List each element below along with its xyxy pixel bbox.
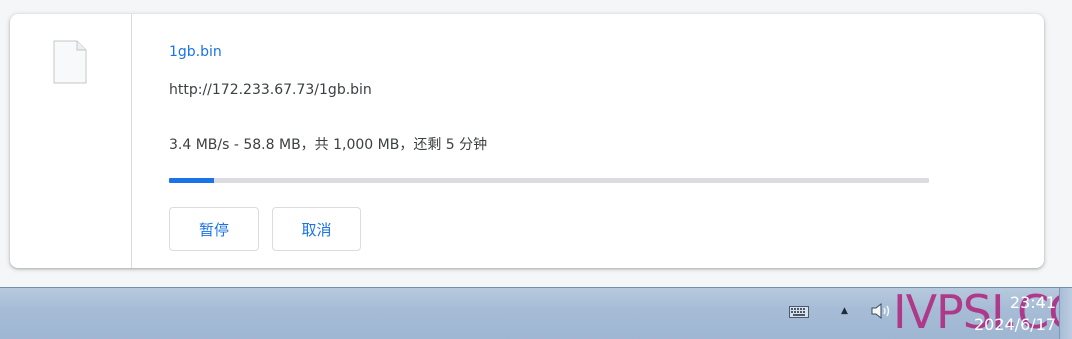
- download-status: 3.4 MB/s - 58.8 MB，共 1,000 MB，还剩 5 分钟: [169, 137, 488, 153]
- clock-date: 2024/6/17: [973, 315, 1056, 334]
- download-progress-fill: [169, 178, 214, 183]
- file-url: http://172.233.67.73/1gb.bin: [169, 82, 372, 98]
- cancel-button[interactable]: 取消: [272, 207, 361, 251]
- chevron-up-icon[interactable]: ▲: [841, 306, 848, 316]
- download-progress-bar: [169, 178, 929, 183]
- pause-button[interactable]: 暂停: [169, 207, 259, 251]
- file-icon: [53, 40, 87, 84]
- show-desktop-button[interactable]: [1059, 288, 1072, 339]
- speaker-icon[interactable]: [870, 302, 892, 320]
- screen: 1gb.bin http://172.233.67.73/1gb.bin 3.4…: [0, 0, 1072, 339]
- file-icon-column: [10, 14, 132, 268]
- taskbar: ▲ IVPSI.COM 23:41 2024/6/17: [0, 287, 1072, 339]
- keyboard-icon[interactable]: [789, 306, 809, 318]
- clock-time: 23:41: [1009, 293, 1056, 312]
- file-name-link[interactable]: 1gb.bin: [169, 44, 222, 60]
- download-item-card: 1gb.bin http://172.233.67.73/1gb.bin 3.4…: [10, 14, 1044, 268]
- system-clock[interactable]: 23:41 2024/6/17: [946, 292, 1056, 336]
